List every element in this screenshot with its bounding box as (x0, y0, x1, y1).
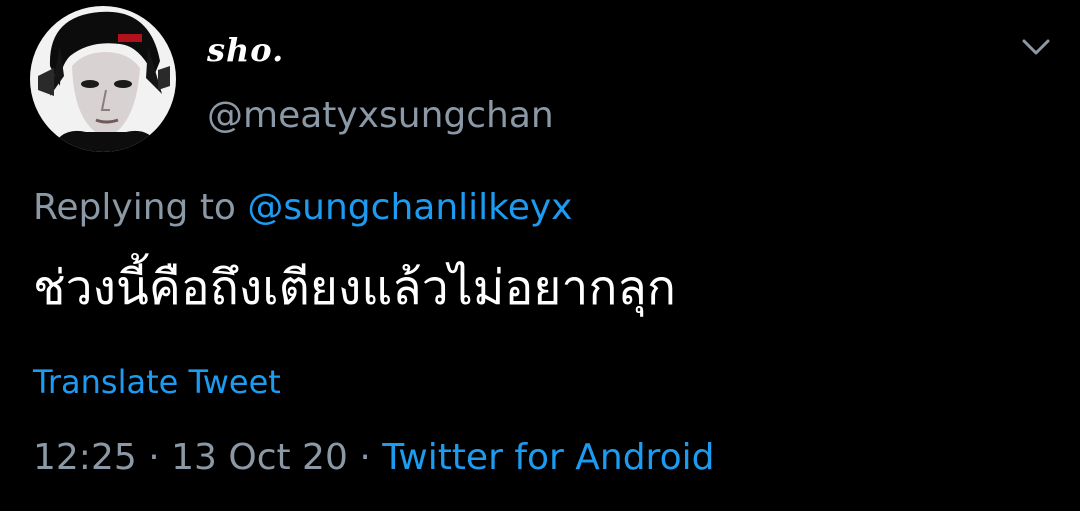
more-options-button[interactable] (1016, 34, 1056, 64)
meta-separator: · (148, 437, 160, 478)
tweet-source-link[interactable]: Twitter for Android (382, 437, 714, 478)
avatar[interactable] (30, 6, 176, 152)
translate-tweet-link[interactable]: Translate Tweet (33, 362, 281, 402)
display-name[interactable]: sho. (207, 30, 284, 70)
avatar-image (30, 6, 176, 152)
reply-prefix: Replying to (33, 187, 236, 228)
user-handle[interactable]: @meatyxsungchan (207, 94, 554, 138)
tweet-detail: sho. @meatyxsungchan Replying to @sungch… (0, 0, 1080, 511)
tweet-text: ช่วงนี้คือถึงเตียงแล้วไม่อยากลุก (33, 260, 676, 316)
chevron-down-icon (1021, 38, 1051, 60)
tweet-meta: 12:25 · 13 Oct 20 · Twitter for Android (33, 434, 714, 482)
reply-mention-link[interactable]: @sungchanlilkeyx (247, 187, 572, 228)
meta-separator: · (359, 437, 371, 478)
tweet-time: 12:25 (33, 437, 137, 478)
reply-context: Replying to @sungchanlilkeyx (33, 186, 572, 230)
tweet-date: 13 Oct 20 (171, 437, 348, 478)
